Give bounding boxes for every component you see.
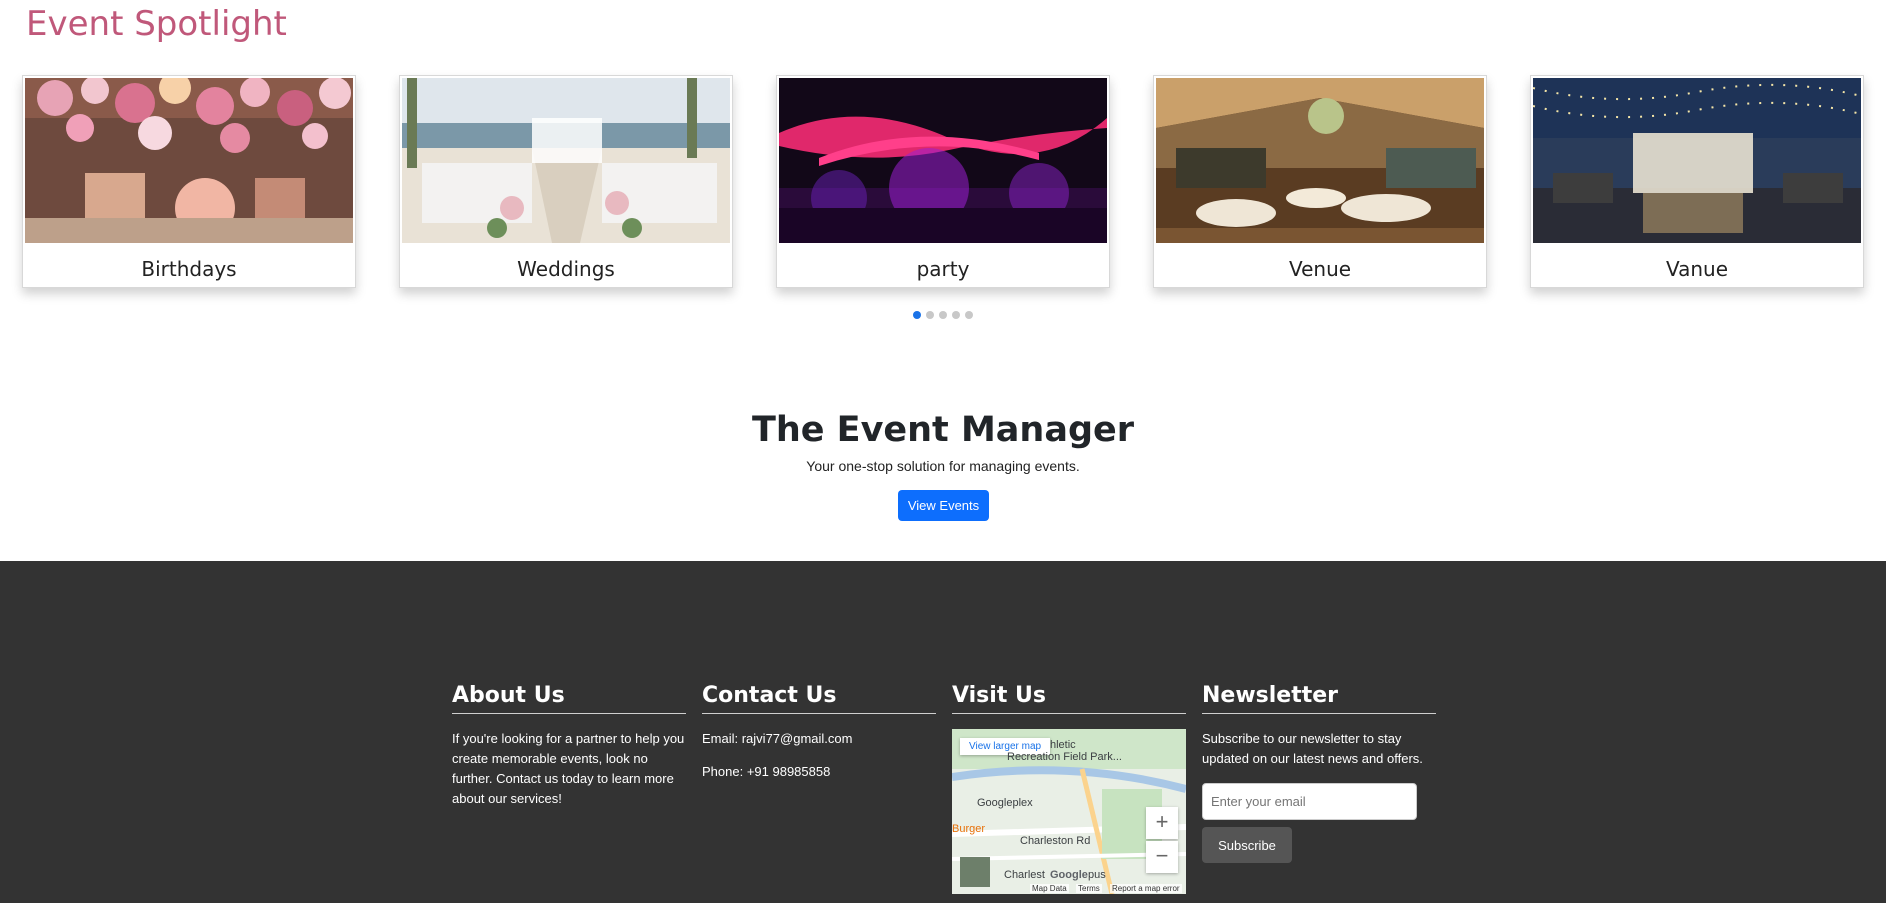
map-terms-link[interactable]: Terms — [1076, 884, 1102, 893]
map-label: pus — [1088, 869, 1106, 881]
card-vanue[interactable]: Vanue — [1530, 75, 1864, 288]
map-label: Charlest — [1004, 869, 1045, 881]
card-venue[interactable]: Venue — [1153, 75, 1487, 288]
map-label: Charleston Rd — [1020, 835, 1091, 847]
card-label: Venue — [1288, 257, 1352, 281]
contact-section: Contact Us Email: rajvi77@gmail.com Phon… — [702, 683, 936, 782]
venue-image — [1156, 78, 1484, 243]
newsletter-email-input[interactable] — [1202, 783, 1417, 820]
hero-subtitle: Your one-stop solution for managing even… — [806, 458, 1080, 474]
card-label: party — [916, 257, 970, 281]
view-events-button[interactable]: View Events — [898, 490, 989, 521]
carousel-dot[interactable] — [913, 311, 921, 319]
about-heading: About Us — [452, 683, 686, 714]
zoom-in-button[interactable]: + — [1146, 807, 1178, 839]
newsletter-text: Subscribe to our newsletter to stay upda… — [1202, 731, 1423, 766]
map-data-link[interactable]: Map Data — [1030, 884, 1069, 893]
weddings-image — [402, 78, 730, 243]
map-label: hletic — [1050, 739, 1076, 751]
footer: About Us If you're looking for a partner… — [0, 561, 1886, 903]
contact-phone: Phone: +91 98985858 — [702, 764, 831, 779]
card-label: Weddings — [517, 257, 615, 281]
zoom-out-button[interactable]: − — [1146, 841, 1178, 873]
carousel-dot[interactable] — [965, 311, 973, 319]
contact-heading: Contact Us — [702, 683, 936, 714]
card-weddings[interactable]: Weddings — [399, 75, 733, 288]
about-section: About Us If you're looking for a partner… — [452, 683, 686, 809]
birthdays-image — [25, 78, 353, 243]
hero-title: The Event Manager — [751, 410, 1135, 450]
map-label: Googleplex — [977, 797, 1033, 809]
party-image — [779, 78, 1107, 243]
card-label: Birthdays — [141, 257, 237, 281]
contact-email: Email: rajvi77@gmail.com — [702, 731, 853, 746]
card-party[interactable]: party — [776, 75, 1110, 288]
about-text: If you're looking for a partner to help … — [452, 731, 685, 806]
carousel-dot[interactable] — [926, 311, 934, 319]
carousel-dot[interactable] — [952, 311, 960, 319]
carousel-indicators — [913, 311, 973, 319]
card-birthdays[interactable]: Birthdays — [22, 75, 356, 288]
newsletter-section: Newsletter Subscribe to our newsletter t… — [1202, 683, 1436, 863]
carousel-dot[interactable] — [939, 311, 947, 319]
map-label: Burger — [952, 823, 986, 835]
embedded-map[interactable]: View larger map hletic Recreation Field … — [952, 729, 1186, 894]
google-logo: Google — [1050, 869, 1088, 881]
report-map-error-link[interactable]: Report a map error — [1110, 884, 1182, 893]
card-label: Vanue — [1665, 257, 1729, 281]
map-label: Recreation Field Park... — [1007, 751, 1122, 763]
subscribe-button[interactable]: Subscribe — [1202, 827, 1292, 863]
event-carousel: Birthdays Weddings party Venue Vanue — [22, 75, 1864, 295]
visit-section: Visit Us View larger map hletic Recreati… — [952, 683, 1186, 894]
newsletter-heading: Newsletter — [1202, 683, 1436, 714]
visit-heading: Visit Us — [952, 683, 1186, 714]
vanue-image — [1533, 78, 1861, 243]
spotlight-title: Event Spotlight — [26, 4, 287, 44]
